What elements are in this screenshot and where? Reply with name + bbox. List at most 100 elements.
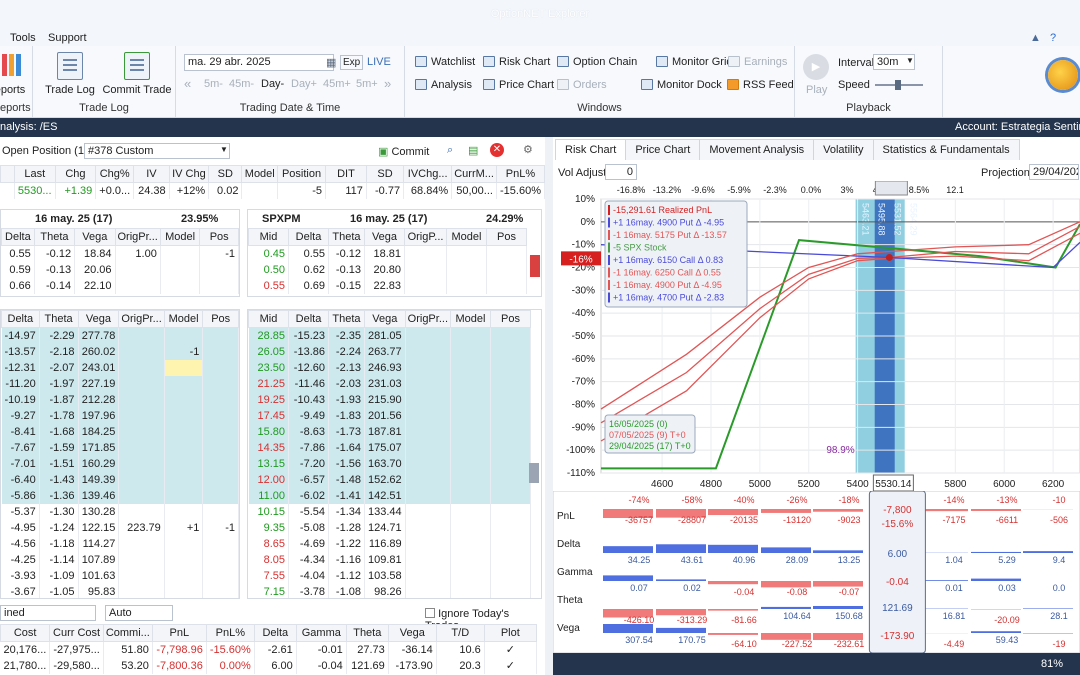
chain-row[interactable]: -5.86 -1.36 139.46 xyxy=(1,487,239,504)
splitter[interactable] xyxy=(545,137,553,675)
chain-row[interactable]: -11.20 -1.97 227.19 xyxy=(1,375,239,392)
grid-icon[interactable]: ▤ xyxy=(468,144,478,157)
position-select[interactable]: #378 Custom xyxy=(84,143,230,159)
orders-button[interactable]: Orders xyxy=(557,79,607,91)
chain-row[interactable]: -4.56 -1.18 114.27 xyxy=(1,535,239,552)
chain-row[interactable]: 8.65 -4.69 -1.22 116.89 xyxy=(248,535,531,552)
greek-value: 9.4 xyxy=(1053,555,1066,565)
chain-row[interactable]: 28.85 -15.23 -2.35 281.05 xyxy=(248,327,531,344)
chain-row[interactable]: 0.55 0.69 -0.15 22.83 xyxy=(248,277,527,294)
chain-row[interactable]: 0.59 -0.13 20.06 xyxy=(1,261,239,278)
menu-support[interactable]: Support xyxy=(48,32,87,44)
step-day-forward[interactable]: Day+ xyxy=(291,78,317,90)
tab-volatility[interactable]: Volatility xyxy=(813,139,874,160)
chain-row[interactable]: 9.35 -5.08 -1.28 124.71 xyxy=(248,519,531,536)
price-chart-button[interactable]: Price Chart xyxy=(483,79,554,91)
greeks-chart[interactable]: PnL Delta Gamma Theta Vega -74% -58% -40% -26% -1… xyxy=(553,491,1080,653)
chain-row[interactable]: 13.15 -7.20 -1.56 163.70 xyxy=(248,455,531,472)
close-icon[interactable]: ✕ xyxy=(490,143,504,157)
risk-chart-button[interactable]: Risk Chart xyxy=(483,56,550,68)
chain-row[interactable]: -10.19 -1.87 212.28 xyxy=(1,391,239,408)
trade-log-button[interactable]: Trade Log xyxy=(45,52,95,96)
tab-movement-analysis[interactable]: Movement Analysis xyxy=(699,139,815,160)
rss-feed-button[interactable]: RSS Feed xyxy=(727,79,794,91)
chain-row[interactable]: -3.67 -1.05 95.83 xyxy=(1,583,239,598)
chain-row[interactable]: 11.00 -6.02 -1.41 142.51 xyxy=(248,487,531,504)
chain-row[interactable]: -8.41 -1.68 184.25 xyxy=(1,423,239,440)
summary-row[interactable]: 21,780... -29,580... 53.20 -7,800.36 0.00% 6.… xyxy=(0,657,537,674)
greek-bar xyxy=(708,609,758,611)
chain-row[interactable]: -7.67 -1.59 171.85 xyxy=(1,439,239,456)
summary-row[interactable]: 20,176... -27,975... 51.80 -7,798.96 -15.60%… xyxy=(0,641,537,658)
play-icon[interactable]: ▶ xyxy=(803,54,829,80)
commit-trade-button[interactable]: Commit Trade xyxy=(101,52,173,96)
plot-checkbox[interactable]: ✓ xyxy=(484,641,537,658)
chain-row[interactable]: -4.25 -1.14 107.89 xyxy=(1,551,239,568)
menu-tools[interactable]: Tools xyxy=(10,32,36,44)
watchlist-button[interactable]: Watchlist xyxy=(415,56,475,68)
chain-row[interactable]: 7.55 -4.04 -1.12 103.58 xyxy=(248,567,531,584)
chain-row[interactable]: 0.45 0.55 -0.12 18.81 xyxy=(248,245,527,262)
chain-row[interactable]: 23.50 -12.60 -2.13 246.93 xyxy=(248,359,531,376)
commit-button[interactable]: ▣ Commit xyxy=(378,145,429,158)
tab-statistics[interactable]: Statistics & Fundamentals xyxy=(872,139,1020,160)
search-icon[interactable]: ⌕ xyxy=(447,144,453,157)
chain-cell xyxy=(164,471,204,488)
analysis-button[interactable]: Analysis xyxy=(415,79,472,91)
chain-row[interactable]: 15.80 -8.63 -1.73 187.81 xyxy=(248,423,531,440)
earnings-button[interactable]: Earnings xyxy=(728,56,787,68)
plot-checkbox[interactable]: ✓ xyxy=(484,657,537,674)
risk-chart[interactable]: 5463.21 5495.88 5531.52 5564.2910%0%-10%-20… xyxy=(553,181,1080,491)
option-chain-button[interactable]: Option Chain xyxy=(557,56,637,68)
tab-price-chart[interactable]: Price Chart xyxy=(625,139,701,160)
current-point[interactable] xyxy=(885,253,893,261)
chain-row[interactable]: -4.95 -1.24 122.15 223.79 +1 -1 xyxy=(1,519,239,536)
chain-row[interactable]: 19.25 -10.43 -1.93 215.90 xyxy=(248,391,531,408)
step-5m-back[interactable]: 5m- xyxy=(204,78,223,90)
monitor-grid-button[interactable]: Monitor Grid xyxy=(656,56,733,68)
step-forward-icon[interactable]: » xyxy=(384,76,391,91)
exp-button[interactable]: Exp xyxy=(340,55,364,70)
step-45m-forward[interactable]: 45m+ xyxy=(323,78,351,90)
chain-cell xyxy=(405,407,452,424)
chain-row[interactable]: 26.05 -13.86 -2.24 263.77 xyxy=(248,343,531,360)
step-5m-forward[interactable]: 5m+ xyxy=(356,78,378,90)
chain-row[interactable]: -14.97 -2.29 277.78 xyxy=(1,327,239,344)
chain-row[interactable]: 7.15 -3.78 -1.08 98.26 xyxy=(248,583,531,598)
step-day-back[interactable]: Day- xyxy=(261,78,284,90)
gear-icon[interactable]: ⚙ xyxy=(523,143,533,156)
vol-adjust-input[interactable]: 0 xyxy=(605,164,637,180)
collapse-ribbon-icon[interactable]: ▲ xyxy=(1030,32,1041,44)
scroll-marker[interactable] xyxy=(530,255,540,277)
chain-row[interactable]: 0.66 -0.14 22.10 xyxy=(1,277,239,294)
reports-button[interactable]: eports xyxy=(0,52,28,96)
chain-row[interactable]: -3.93 -1.09 101.63 xyxy=(1,567,239,584)
chain-row[interactable]: 8.05 -4.34 -1.16 109.81 xyxy=(248,551,531,568)
help-icon[interactable]: ? xyxy=(1050,32,1056,44)
chain-row[interactable]: -13.57 -2.18 260.02 -1 xyxy=(1,343,239,360)
chain-row[interactable]: 14.35 -7.86 -1.64 175.07 xyxy=(248,439,531,456)
chain-row[interactable]: -6.40 -1.43 149.39 xyxy=(1,471,239,488)
chain-row[interactable]: -5.37 -1.30 130.28 xyxy=(1,503,239,520)
scrollbar-thumb[interactable] xyxy=(529,463,539,483)
position-row[interactable]: 5530... +1.39 +0.0... 24.38 +12% 0.02 -5 117 -0.… xyxy=(0,182,546,199)
chain-row[interactable]: 21.25 -11.46 -2.03 231.03 xyxy=(248,375,531,392)
speed-slider-thumb[interactable] xyxy=(895,80,901,90)
chain-row[interactable]: -12.31 -2.07 243.01 xyxy=(1,359,239,376)
projection-input[interactable]: 29/04/2025 xyxy=(1029,164,1079,180)
chain-row[interactable]: -9.27 -1.78 197.96 xyxy=(1,407,239,424)
chain-row[interactable]: 12.00 -6.57 -1.48 152.62 xyxy=(248,471,531,488)
step-45m-back[interactable]: 45m- xyxy=(229,78,254,90)
chain-row[interactable]: 0.55 -0.12 18.84 1.00 -1 xyxy=(1,245,239,262)
date-field[interactable]: ma. 29 abr. 2025 xyxy=(184,54,334,71)
auto-select[interactable]: Auto xyxy=(105,605,173,621)
chain-row[interactable]: 10.15 -5.54 -1.34 133.44 xyxy=(248,503,531,520)
monitor-dock-button[interactable]: Monitor Dock xyxy=(641,79,722,91)
tab-risk-chart[interactable]: Risk Chart xyxy=(555,139,627,160)
chain-row[interactable]: 0.50 0.62 -0.13 20.80 xyxy=(248,261,527,278)
calendar-icon[interactable]: ▦ xyxy=(326,56,336,69)
combine-select[interactable]: ined xyxy=(0,605,96,621)
chain-row[interactable]: 17.45 -9.49 -1.83 201.56 xyxy=(248,407,531,424)
chain-row[interactable]: -7.01 -1.51 160.29 xyxy=(1,455,239,472)
step-back-icon[interactable]: « xyxy=(184,76,191,91)
